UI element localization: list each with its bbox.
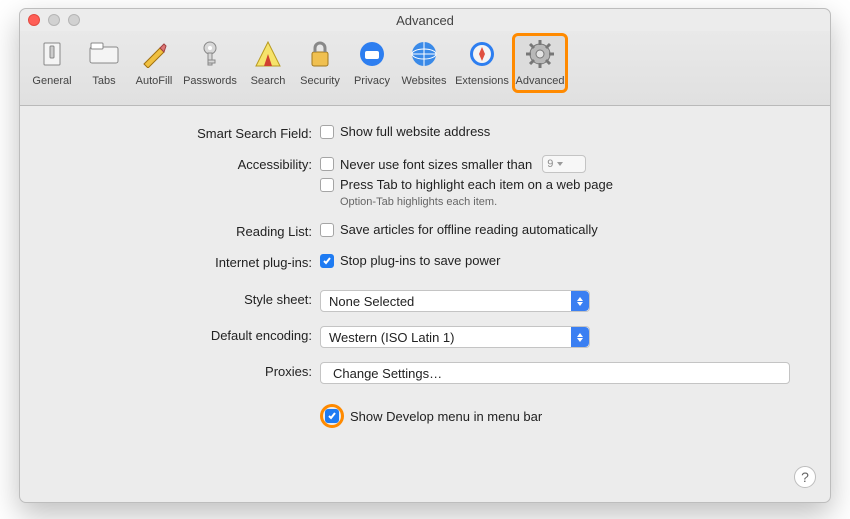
min-font-select[interactable]: 9	[542, 155, 586, 173]
chk-show-develop-label: Show Develop menu in menu bar	[350, 409, 542, 424]
tab-label: Extensions	[455, 75, 509, 87]
row-style-sheet: Style sheet: None Selected	[60, 290, 790, 312]
prefs-toolbar: General Tabs AutoFill Passwords Search	[20, 31, 830, 106]
tab-search[interactable]: Search	[242, 35, 294, 91]
tab-label: AutoFill	[136, 75, 173, 87]
tab-privacy[interactable]: Privacy	[346, 35, 398, 91]
chk-press-tab[interactable]	[320, 178, 334, 192]
style-sheet-select[interactable]: None Selected	[320, 290, 590, 312]
label-smart-search: Smart Search Field:	[60, 124, 320, 141]
tab-websites[interactable]: Websites	[398, 35, 450, 91]
row-encoding: Default encoding: Western (ISO Latin 1)	[60, 326, 790, 348]
chk-stop-plugins[interactable]	[320, 254, 334, 268]
label-style-sheet: Style sheet:	[60, 290, 320, 307]
autofill-icon	[139, 39, 169, 69]
encoding-select[interactable]: Western (ISO Latin 1)	[320, 326, 590, 348]
tab-extensions[interactable]: Extensions	[450, 35, 514, 91]
prefs-body: Smart Search Field: Show full website ad…	[20, 106, 830, 448]
tab-security[interactable]: Security	[294, 35, 346, 91]
tab-label: Tabs	[92, 75, 115, 87]
tab-label: General	[32, 75, 71, 87]
chk-show-develop-menu[interactable]	[325, 409, 339, 423]
tab-label: Search	[251, 75, 286, 87]
tab-passwords[interactable]: Passwords	[178, 35, 242, 91]
change-settings-label: Change Settings…	[333, 366, 442, 381]
chk-min-font-label: Never use font sizes smaller than	[340, 157, 532, 172]
prefs-window: Advanced General Tabs AutoFill Password	[19, 8, 831, 503]
tab-label: Passwords	[183, 75, 237, 87]
tab-autofill[interactable]: AutoFill	[130, 35, 178, 91]
compass-icon	[467, 39, 497, 69]
chk-press-tab-label: Press Tab to highlight each item on a we…	[340, 177, 613, 192]
globe-icon	[409, 39, 439, 69]
tab-tabs[interactable]: Tabs	[78, 35, 130, 91]
style-sheet-value: None Selected	[329, 294, 414, 309]
tab-label: Privacy	[354, 75, 390, 87]
encoding-value: Western (ISO Latin 1)	[329, 330, 454, 345]
privacy-icon	[357, 39, 387, 69]
tab-advanced[interactable]: Advanced	[514, 35, 566, 91]
chevron-down-icon	[557, 162, 563, 166]
tabs-icon	[89, 39, 119, 69]
select-stepper-icon	[571, 291, 589, 311]
highlight-ring	[320, 404, 344, 428]
tab-label: Security	[300, 75, 340, 87]
key-icon	[195, 39, 225, 69]
tab-general[interactable]: General	[26, 35, 78, 91]
label-reading-list: Reading List:	[60, 222, 320, 239]
label-encoding: Default encoding:	[60, 326, 320, 343]
window-title: Advanced	[20, 13, 830, 28]
tab-label: Websites	[401, 75, 446, 87]
gear-icon	[525, 39, 555, 69]
chk-show-full-address-label: Show full website address	[340, 124, 490, 139]
label-proxies: Proxies:	[60, 362, 320, 379]
chk-stop-plugins-label: Stop plug-ins to save power	[340, 253, 500, 268]
chk-save-offline-label: Save articles for offline reading automa…	[340, 222, 598, 237]
change-settings-button[interactable]: Change Settings…	[320, 362, 790, 384]
chk-show-full-address[interactable]	[320, 125, 334, 139]
label-plugins: Internet plug-ins:	[60, 253, 320, 270]
label-accessibility: Accessibility:	[60, 155, 320, 172]
row-plugins: Internet plug-ins: Stop plug-ins to save…	[60, 253, 790, 270]
lock-icon	[305, 39, 335, 69]
row-proxies: Proxies: Change Settings…	[60, 362, 790, 384]
chk-min-font[interactable]	[320, 157, 334, 171]
tab-label: Advanced	[516, 75, 565, 87]
general-icon	[37, 39, 67, 69]
search-icon	[253, 39, 283, 69]
help-icon: ?	[801, 469, 809, 485]
help-button[interactable]: ?	[794, 466, 816, 488]
titlebar: Advanced	[20, 9, 830, 31]
select-stepper-icon	[571, 327, 589, 347]
chk-save-offline[interactable]	[320, 223, 334, 237]
row-reading-list: Reading List: Save articles for offline …	[60, 222, 790, 239]
min-font-value: 9	[547, 158, 553, 170]
row-accessibility: Accessibility: Never use font sizes smal…	[60, 155, 790, 208]
row-develop: Show Develop menu in menu bar	[60, 404, 790, 428]
row-smart-search: Smart Search Field: Show full website ad…	[60, 124, 790, 141]
accessibility-hint: Option-Tab highlights each item.	[340, 196, 790, 208]
